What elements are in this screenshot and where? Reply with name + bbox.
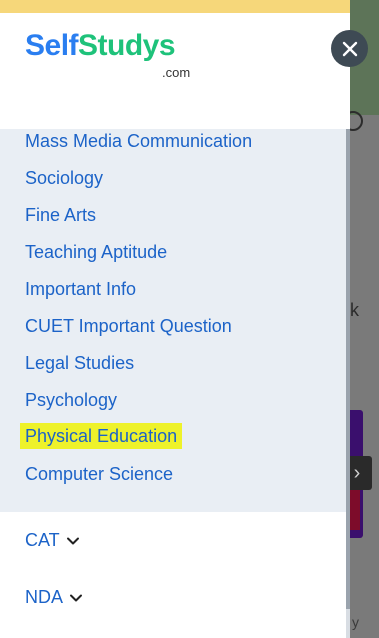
section-toggle-nda[interactable]: NDA [25, 587, 83, 608]
subject-link-legal-studies[interactable]: Legal Studies [25, 352, 134, 374]
subject-link-teaching-aptitude[interactable]: Teaching Aptitude [25, 241, 167, 263]
section-label: CAT [25, 530, 60, 550]
section-toggle-cat[interactable]: CAT [25, 530, 80, 551]
selfstudys-logo[interactable]: SelfStudys [25, 31, 176, 61]
subject-link-cuet-important-question[interactable]: CUET Important Question [25, 315, 232, 337]
navigation-drawer: SelfStudys .com Mass Media Communication… [0, 0, 350, 638]
top-strip [0, 0, 350, 13]
close-menu-button[interactable] [331, 30, 368, 67]
subject-link-physical-education[interactable]: Physical Education [20, 423, 183, 449]
scrollbar-thumb[interactable] [346, 129, 350, 609]
background-text: k [350, 300, 359, 320]
subject-link-mass-media-communication[interactable]: Mass Media Communication [25, 130, 252, 152]
subject-link-sociology[interactable]: Sociology [25, 167, 103, 189]
section-label: NDA [25, 587, 64, 607]
chevron-down-icon [66, 537, 79, 544]
background-text: y [352, 614, 359, 630]
subject-link-fine-arts[interactable]: Fine Arts [25, 204, 96, 226]
logo-domain: .com [162, 65, 191, 80]
subject-link-important-info[interactable]: Important Info [25, 278, 136, 300]
subject-link-psychology[interactable]: Psychology [25, 389, 117, 411]
chevron-down-icon [70, 594, 83, 601]
subject-link-computer-science[interactable]: Computer Science [25, 463, 173, 485]
close-icon [342, 41, 357, 56]
